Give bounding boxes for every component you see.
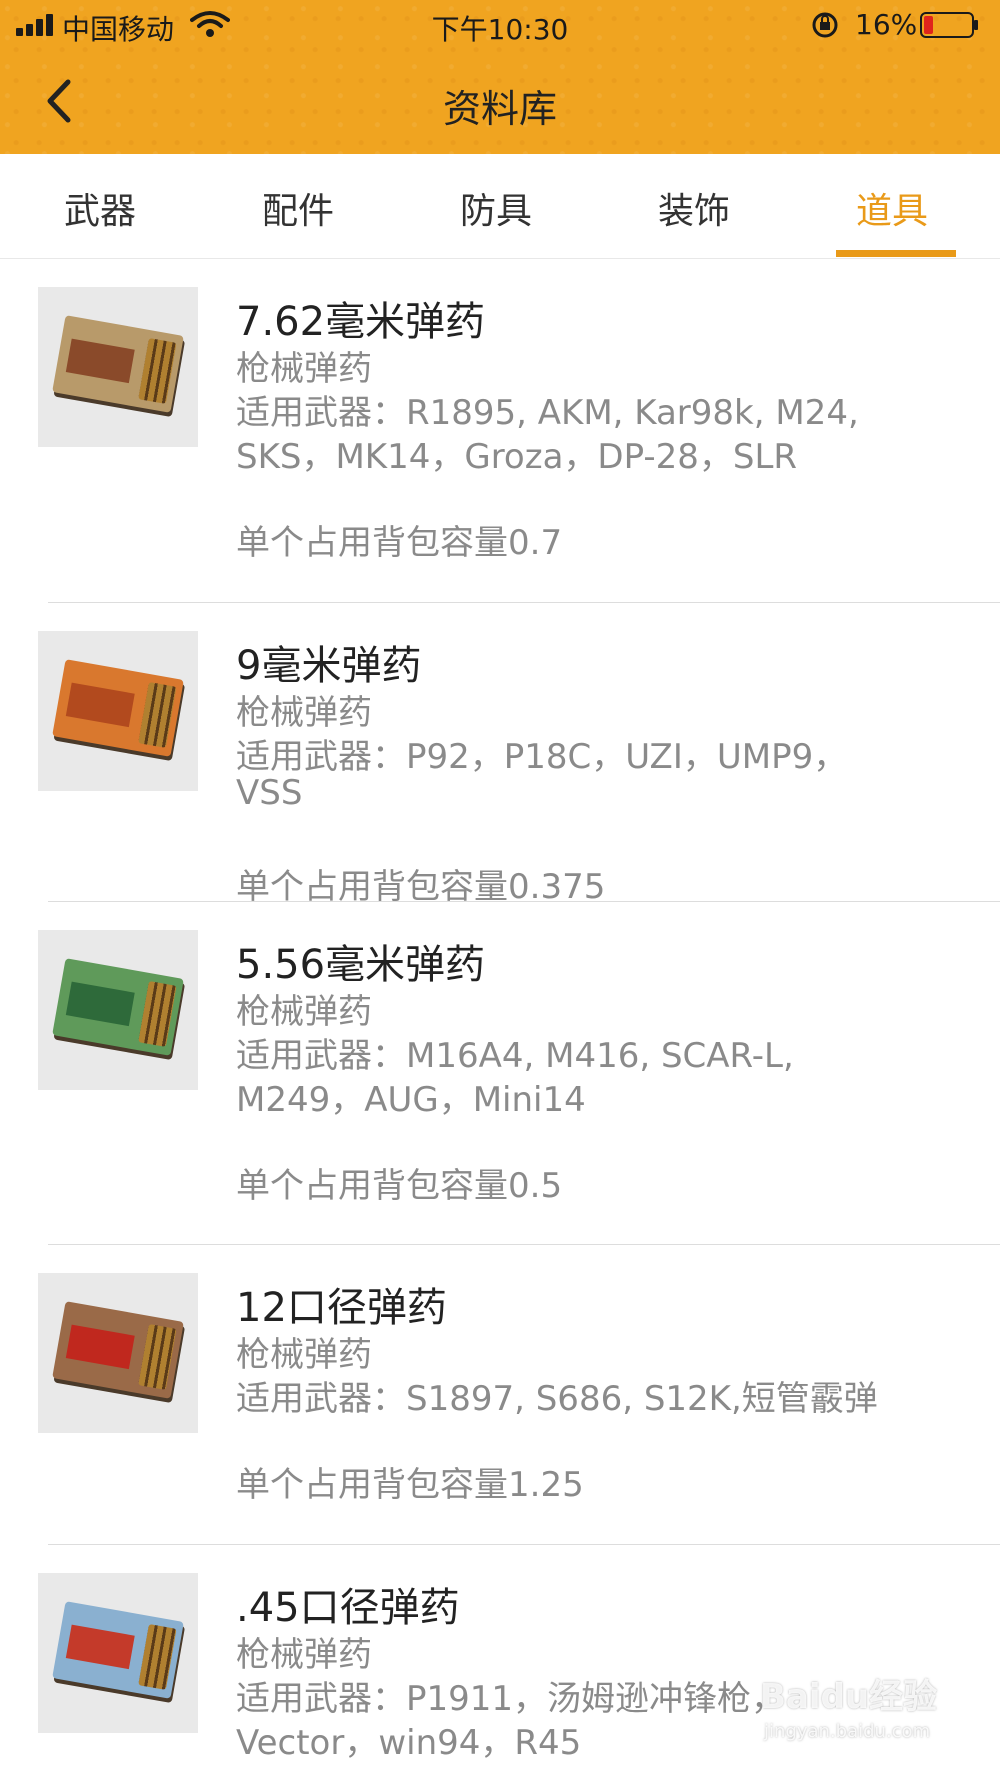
tab-weapons[interactable]: 武器 — [0, 182, 200, 234]
watermark-url: jingyan.baidu.com — [764, 1721, 931, 1742]
page-title: 资料库 — [442, 87, 557, 131]
ammo-thumbnail — [38, 1273, 198, 1433]
item-category: 枪械弹药 — [236, 992, 372, 1032]
item-weapons: 适用武器：P92，P18C，UZI，UMP9， — [236, 737, 848, 777]
item-title: .45口径弹药 — [236, 1585, 460, 1631]
tab-cosmetics[interactable]: 装饰 — [594, 182, 794, 234]
baidu-jingyan-watermark: Baidu经验 jingyan.baidu.com — [760, 1655, 990, 1765]
item-category: 枪械弹药 — [236, 693, 372, 733]
divider — [48, 602, 1000, 603]
item-title: 7.62毫米弹药 — [236, 299, 486, 345]
ammo-thumbnail — [38, 631, 198, 791]
divider — [48, 901, 1000, 902]
item-weapons: 适用武器：M16A4, M416, SCAR-L, — [236, 1036, 794, 1076]
watermark-logo-text: Baidu经验 — [760, 1677, 938, 1717]
ammo-box-icon — [52, 958, 184, 1056]
item-title: 5.56毫米弹药 — [236, 942, 486, 988]
item-title: 9毫米弹药 — [236, 643, 422, 689]
active-tab-indicator — [836, 250, 956, 257]
item-capacity: 单个占用背包容量0.5 — [236, 1166, 563, 1206]
ammo-box-icon — [52, 1301, 184, 1399]
item-weapons-cont: VSS — [236, 773, 303, 813]
rotation-lock-icon — [812, 12, 838, 38]
tab-items[interactable]: 道具 — [792, 182, 992, 234]
item-weapons: 适用武器：S1897, S686, S12K,短管霰弹 — [236, 1379, 878, 1419]
app-header: 中国移动 下午10:30 16% 资料库 — [0, 0, 1000, 154]
item-title: 12口径弹药 — [236, 1285, 447, 1331]
ammo-box-icon — [52, 1601, 184, 1699]
battery-icon — [920, 12, 978, 38]
divider — [48, 1244, 1000, 1245]
ammo-box-icon — [52, 315, 184, 413]
item-weapons: 适用武器：P1911，汤姆逊冲锋枪， — [236, 1679, 786, 1719]
ammo-thumbnail — [38, 930, 198, 1090]
item-weapons: 适用武器：R1895, AKM, Kar98k, M24, — [236, 393, 859, 433]
item-capacity: 单个占用背包容量1.25 — [236, 1465, 584, 1505]
item-category: 枪械弹药 — [236, 349, 372, 389]
ammo-thumbnail — [38, 287, 198, 447]
category-tabs: 武器 配件 防具 装饰 道具 — [0, 154, 1000, 259]
clock: 下午10:30 — [431, 13, 569, 46]
item-category: 枪械弹药 — [236, 1635, 372, 1675]
status-bar: 中国移动 下午10:30 16% — [0, 0, 1000, 50]
battery-percentage: 16% — [855, 8, 918, 41]
item-weapons-cont: SKS，MK14，Groza，DP-28，SLR — [236, 437, 798, 477]
item-weapons-cont: M249，AUG，Mini14 — [236, 1080, 586, 1120]
item-weapons-cont: Vector，win94，R45 — [236, 1723, 582, 1763]
ammo-thumbnail — [38, 1573, 198, 1733]
tab-armor[interactable]: 防具 — [396, 182, 596, 234]
tab-attachments[interactable]: 配件 — [198, 182, 398, 234]
ammo-box-icon — [52, 659, 184, 757]
divider — [48, 1544, 1000, 1545]
item-capacity: 单个占用背包容量0.7 — [236, 523, 563, 563]
item-category: 枪械弹药 — [236, 1335, 372, 1375]
